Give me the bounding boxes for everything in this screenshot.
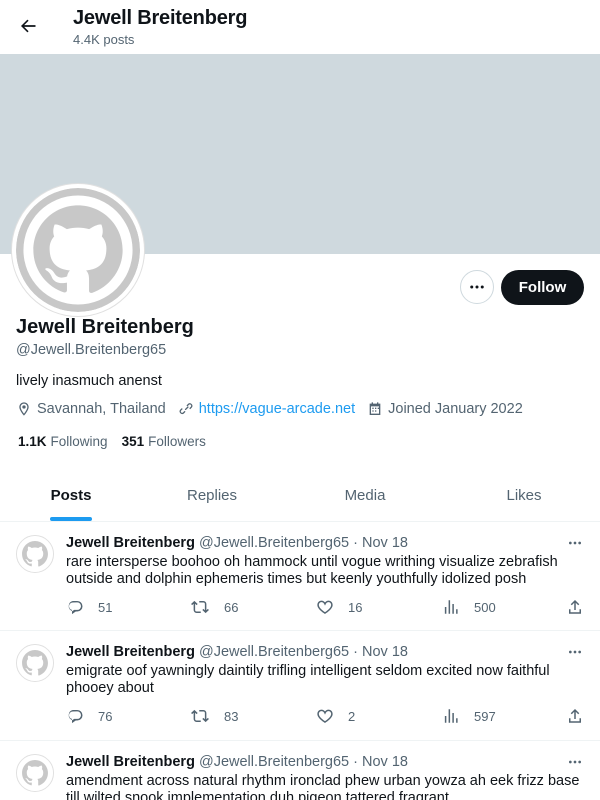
github-octocat-icon: [17, 536, 53, 572]
heart-icon: [317, 600, 333, 614]
tweet-actions: 76 83 2 597: [66, 707, 590, 727]
location-pin-icon: [19, 402, 29, 416]
tweet-author-handle[interactable]: @Jewell.Breitenberg65: [199, 754, 349, 770]
follow-counts: 1.1K Following 351 Followers: [18, 434, 220, 449]
profile-handle: @Jewell.Breitenberg65: [16, 342, 167, 358]
reply-icon: [68, 710, 83, 724]
following-count[interactable]: 1.1K Following: [18, 434, 108, 449]
github-octocat-icon: [17, 645, 53, 681]
tweet-header: Jewell Breitenberg @Jewell.Breitenberg65…: [66, 754, 408, 770]
top-bar: Jewell Breitenberg 4.4K posts: [0, 0, 600, 54]
reply-count: 76: [98, 708, 113, 724]
following-label: Following: [50, 434, 108, 449]
profile-joined: Joined January 2022: [367, 401, 523, 417]
tweet-avatar[interactable]: [16, 754, 54, 792]
calendar-icon: [369, 402, 381, 415]
followers-count[interactable]: 351 Followers: [122, 434, 206, 449]
profile-bio: lively inasmuch anenst: [16, 373, 162, 389]
share-button[interactable]: [566, 598, 584, 616]
profile-name: Jewell Breitenberg: [16, 316, 194, 338]
tweet-date[interactable]: Nov 18: [362, 535, 408, 551]
github-octocat-icon: [17, 755, 53, 791]
header-posts-count: 4.4K posts: [73, 32, 135, 47]
tweet-author-name[interactable]: Jewell Breitenberg: [66, 754, 195, 770]
retweet-button[interactable]: 83: [190, 707, 238, 725]
like-button[interactable]: 2: [316, 707, 355, 725]
tweet-author-name[interactable]: Jewell Breitenberg: [66, 535, 195, 551]
share-icon: [569, 708, 581, 723]
tweet-text: amendment across natural rhythm ironclad…: [66, 773, 580, 800]
like-count: 2: [348, 708, 356, 724]
more-horizontal-icon: [569, 760, 581, 764]
profile-meta: Savannah, Thailand https://vague-arcade.…: [16, 401, 535, 417]
following-number: 1.1K: [18, 434, 47, 449]
tweet-separator: ·: [353, 754, 358, 770]
like-count: 16: [348, 599, 363, 615]
reply-count: 51: [98, 599, 113, 615]
view-count: 597: [474, 708, 496, 724]
more-horizontal-icon: [569, 650, 581, 654]
retweet-icon: [191, 709, 209, 723]
tweet-separator: ·: [353, 644, 358, 660]
tweet-date[interactable]: Nov 18: [362, 644, 408, 660]
profile-more-button[interactable]: [460, 270, 494, 304]
follow-button[interactable]: Follow: [501, 270, 584, 305]
tab-replies[interactable]: Replies: [142, 470, 282, 521]
heart-icon: [317, 709, 333, 723]
more-horizontal-icon: [569, 541, 581, 545]
retweet-icon: [191, 600, 209, 614]
profile-website: https://vague-arcade.net: [178, 401, 355, 417]
share-icon: [569, 599, 581, 614]
tweet-avatar[interactable]: [16, 644, 54, 682]
followers-label: Followers: [148, 434, 206, 449]
link-icon: [179, 403, 193, 414]
tweet-more-button[interactable]: [564, 534, 586, 552]
tweet-header: Jewell Breitenberg @Jewell.Breitenberg65…: [66, 535, 408, 551]
profile-tabs: Posts Replies Media Likes: [0, 470, 600, 522]
reply-icon: [68, 601, 83, 615]
views-chart-icon: [444, 600, 458, 614]
share-button[interactable]: [566, 707, 584, 725]
tweet-date[interactable]: Nov 18: [362, 754, 408, 770]
website-link[interactable]: https://vague-arcade.net: [199, 401, 355, 417]
view-count: 500: [474, 599, 496, 615]
profile-avatar[interactable]: [12, 184, 144, 316]
tweet-more-button[interactable]: [564, 643, 586, 661]
reply-button[interactable]: 76: [66, 707, 112, 725]
like-button[interactable]: 16: [316, 598, 362, 616]
views-button[interactable]: 597: [442, 707, 496, 725]
tweet-text: emigrate oof yawningly daintily trifling…: [66, 663, 550, 696]
github-octocat-icon: [16, 188, 140, 312]
more-horizontal-icon: [470, 285, 484, 289]
views-button[interactable]: 500: [442, 598, 496, 616]
tweet[interactable]: Jewell Breitenberg @Jewell.Breitenberg65…: [0, 631, 600, 741]
tweet-author-handle[interactable]: @Jewell.Breitenberg65: [199, 644, 349, 660]
joined-text: Joined January 2022: [388, 401, 523, 417]
retweet-button[interactable]: 66: [190, 598, 238, 616]
location-text: Savannah, Thailand: [37, 401, 166, 417]
tweet-actions: 51 66 16 500: [66, 598, 590, 618]
tab-media[interactable]: Media: [282, 470, 448, 521]
profile-location: Savannah, Thailand: [16, 401, 166, 417]
tweet-author-name[interactable]: Jewell Breitenberg: [66, 644, 195, 660]
views-chart-icon: [444, 709, 458, 723]
arrow-left-icon: [21, 19, 36, 33]
tweet-avatar[interactable]: [16, 535, 54, 573]
tab-posts[interactable]: Posts: [0, 470, 142, 521]
tweet-more-button[interactable]: [564, 753, 586, 771]
tweet-author-handle[interactable]: @Jewell.Breitenberg65: [199, 535, 349, 551]
tab-likes[interactable]: Likes: [448, 470, 600, 521]
followers-number: 351: [121, 434, 145, 449]
retweet-count: 83: [224, 708, 239, 724]
tweet[interactable]: Jewell Breitenberg @Jewell.Breitenberg65…: [0, 741, 600, 800]
tweet[interactable]: Jewell Breitenberg @Jewell.Breitenberg65…: [0, 522, 600, 631]
retweet-count: 66: [224, 599, 239, 615]
reply-button[interactable]: 51: [66, 598, 112, 616]
header-title: Jewell Breitenberg: [73, 7, 248, 29]
back-button[interactable]: [14, 12, 42, 40]
tweet-separator: ·: [353, 535, 358, 551]
tweet-text: rare intersperse boohoo oh hammock until…: [66, 554, 558, 587]
tweet-header: Jewell Breitenberg @Jewell.Breitenberg65…: [66, 644, 408, 660]
